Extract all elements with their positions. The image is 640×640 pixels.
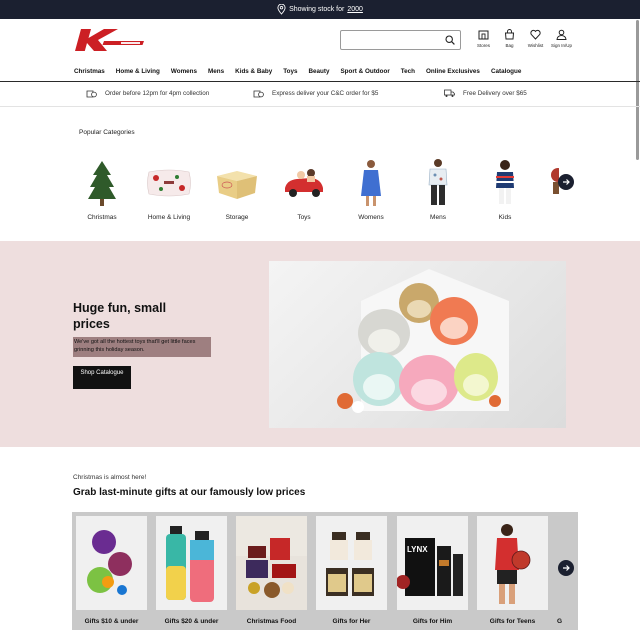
stores-link[interactable]: Stores: [472, 29, 495, 48]
search-box[interactable]: [340, 30, 461, 52]
nav-item-kids-baby[interactable]: Kids & Baby: [235, 68, 272, 75]
hero-description: We've got all the hottest toys that'll g…: [73, 337, 211, 357]
shop-catalogue-button[interactable]: Shop Catalogue: [73, 366, 131, 389]
gift-tile-20-under[interactable]: Gifts $20 & under: [156, 516, 227, 625]
gift-tile-for-him[interactable]: LYNX Gifts for Him: [397, 516, 468, 625]
bag-icon: [504, 29, 515, 40]
category-toys[interactable]: Toys: [274, 155, 334, 221]
stock-label: Showing stock for: [289, 6, 345, 13]
cushion-image: [139, 155, 199, 210]
wishlist-label: Wishlist: [527, 43, 544, 48]
main-nav: Christmas Home & Living Womens Mens Kids…: [74, 68, 532, 75]
category-label: Womens: [358, 214, 384, 221]
user-icon: [556, 29, 567, 40]
kmart-logo[interactable]: [74, 28, 144, 52]
nav-item-beauty[interactable]: Beauty: [308, 68, 329, 75]
bag-express-icon: [253, 90, 264, 98]
gift-image: [316, 516, 387, 610]
gifts-carousel: Gifts $10 & under Gifts $20 & under Chri…: [72, 512, 578, 630]
categories-next-button[interactable]: [558, 174, 574, 190]
category-mens[interactable]: Mens: [408, 155, 468, 221]
gift-label: Gifts $10 & under: [84, 618, 139, 625]
search-icon[interactable]: [445, 35, 455, 45]
arrow-right-icon: [563, 179, 570, 185]
category-label: Storage: [225, 214, 249, 221]
category-kids[interactable]: Kids: [475, 155, 535, 221]
bag-link[interactable]: Bag: [498, 29, 521, 48]
gift-label: Gifts for Teens: [489, 618, 536, 625]
gifts-subtitle: Christmas is almost here!: [73, 474, 147, 481]
category-christmas[interactable]: Christmas: [72, 155, 132, 221]
nav-item-sport-outdoor[interactable]: Sport & Outdoor: [340, 68, 389, 75]
category-home-living[interactable]: Home & Living: [139, 155, 199, 221]
gift-label: Gifts for Him: [412, 618, 453, 625]
gift-tile-for-her[interactable]: Gifts for Her: [316, 516, 387, 625]
nav-item-home-living[interactable]: Home & Living: [116, 68, 160, 75]
usp-express[interactable]: Express deliver your C&C order for $5: [253, 86, 378, 100]
hero-title: Huge fun, small prices: [73, 301, 167, 331]
arrow-right-icon: [563, 565, 570, 571]
gift-label: Gifts $20 & under: [164, 618, 219, 625]
usp-collection-text: Order before 12pm for 4pm collection: [105, 89, 210, 97]
gift-image: [236, 516, 307, 610]
bag-label: Bag: [505, 43, 514, 48]
mens-model-image: [408, 155, 468, 210]
gift-tile-for-teens[interactable]: Gifts for Teens: [477, 516, 548, 625]
sign-in-link[interactable]: Sign In/Up: [550, 29, 573, 48]
store-icon: [478, 30, 489, 40]
stock-location-bar: Showing stock for 2000: [0, 0, 640, 19]
usp-collection[interactable]: Order before 12pm for 4pm collection: [86, 86, 209, 100]
hero-banner: Huge fun, small prices We've got all the…: [0, 241, 640, 447]
category-label: Mens: [430, 214, 446, 221]
christmas-tree-image: [72, 155, 132, 210]
site-header: Stores Bag Wishlist Sign In/Up: [0, 19, 640, 63]
wishlist-link[interactable]: Wishlist: [524, 29, 547, 48]
location-pin-icon: [277, 4, 286, 15]
category-label: Kids: [498, 214, 512, 221]
usp-free-delivery[interactable]: Free Delivery over $65: [444, 86, 527, 100]
search-input[interactable]: [345, 33, 440, 52]
storage-box-image: [207, 155, 267, 210]
nav-item-christmas[interactable]: Christmas: [74, 68, 105, 75]
svg-text:LYNX: LYNX: [407, 545, 428, 554]
category-label: Home & Living: [147, 214, 191, 221]
truck-icon: [444, 89, 455, 97]
nav-item-mens[interactable]: Mens: [208, 68, 224, 75]
plush-toys-image[interactable]: [269, 261, 566, 428]
category-storage[interactable]: Storage: [207, 155, 267, 221]
gifts-next-button[interactable]: [558, 560, 574, 576]
gift-label: G: [557, 618, 563, 625]
toy-car-image: [274, 155, 334, 210]
kids-model-image: [475, 155, 535, 210]
nav-item-online-exclusives[interactable]: Online Exclusives: [426, 68, 480, 75]
nav-item-catalogue[interactable]: Catalogue: [491, 68, 521, 75]
category-womens[interactable]: Womens: [341, 155, 401, 221]
gift-image: [76, 516, 147, 610]
nav-item-tech[interactable]: Tech: [401, 68, 415, 75]
gift-image: [477, 516, 548, 610]
womens-model-image: [341, 155, 401, 210]
stores-label: Stores: [476, 43, 490, 48]
gift-tile-10-under[interactable]: Gifts $10 & under: [76, 516, 147, 625]
bag-clock-icon: [86, 90, 97, 98]
heart-icon: [530, 29, 541, 40]
category-label: Toys: [297, 214, 311, 221]
gift-tile-christmas-food[interactable]: Christmas Food: [236, 516, 307, 625]
usp-free-delivery-text: Free Delivery over $65: [463, 89, 527, 97]
usp-divider: [0, 106, 640, 107]
sign-in-label: Sign In/Up: [550, 43, 572, 48]
gifts-title: Grab last-minute gifts at our famously l…: [73, 487, 306, 498]
gift-label: Gifts for Her: [332, 618, 371, 625]
gift-label: Christmas Food: [246, 618, 297, 625]
popular-categories-title: Popular Categories: [79, 129, 135, 136]
nav-divider: [0, 81, 640, 82]
gift-image: [156, 516, 227, 610]
postcode-link[interactable]: 2000: [347, 6, 363, 13]
usp-express-text: Express deliver your C&C order for $5: [272, 89, 379, 97]
nav-item-womens[interactable]: Womens: [171, 68, 197, 75]
nav-item-toys[interactable]: Toys: [283, 68, 297, 75]
gift-image: LYNX: [397, 516, 468, 610]
category-label: Christmas: [87, 214, 117, 221]
